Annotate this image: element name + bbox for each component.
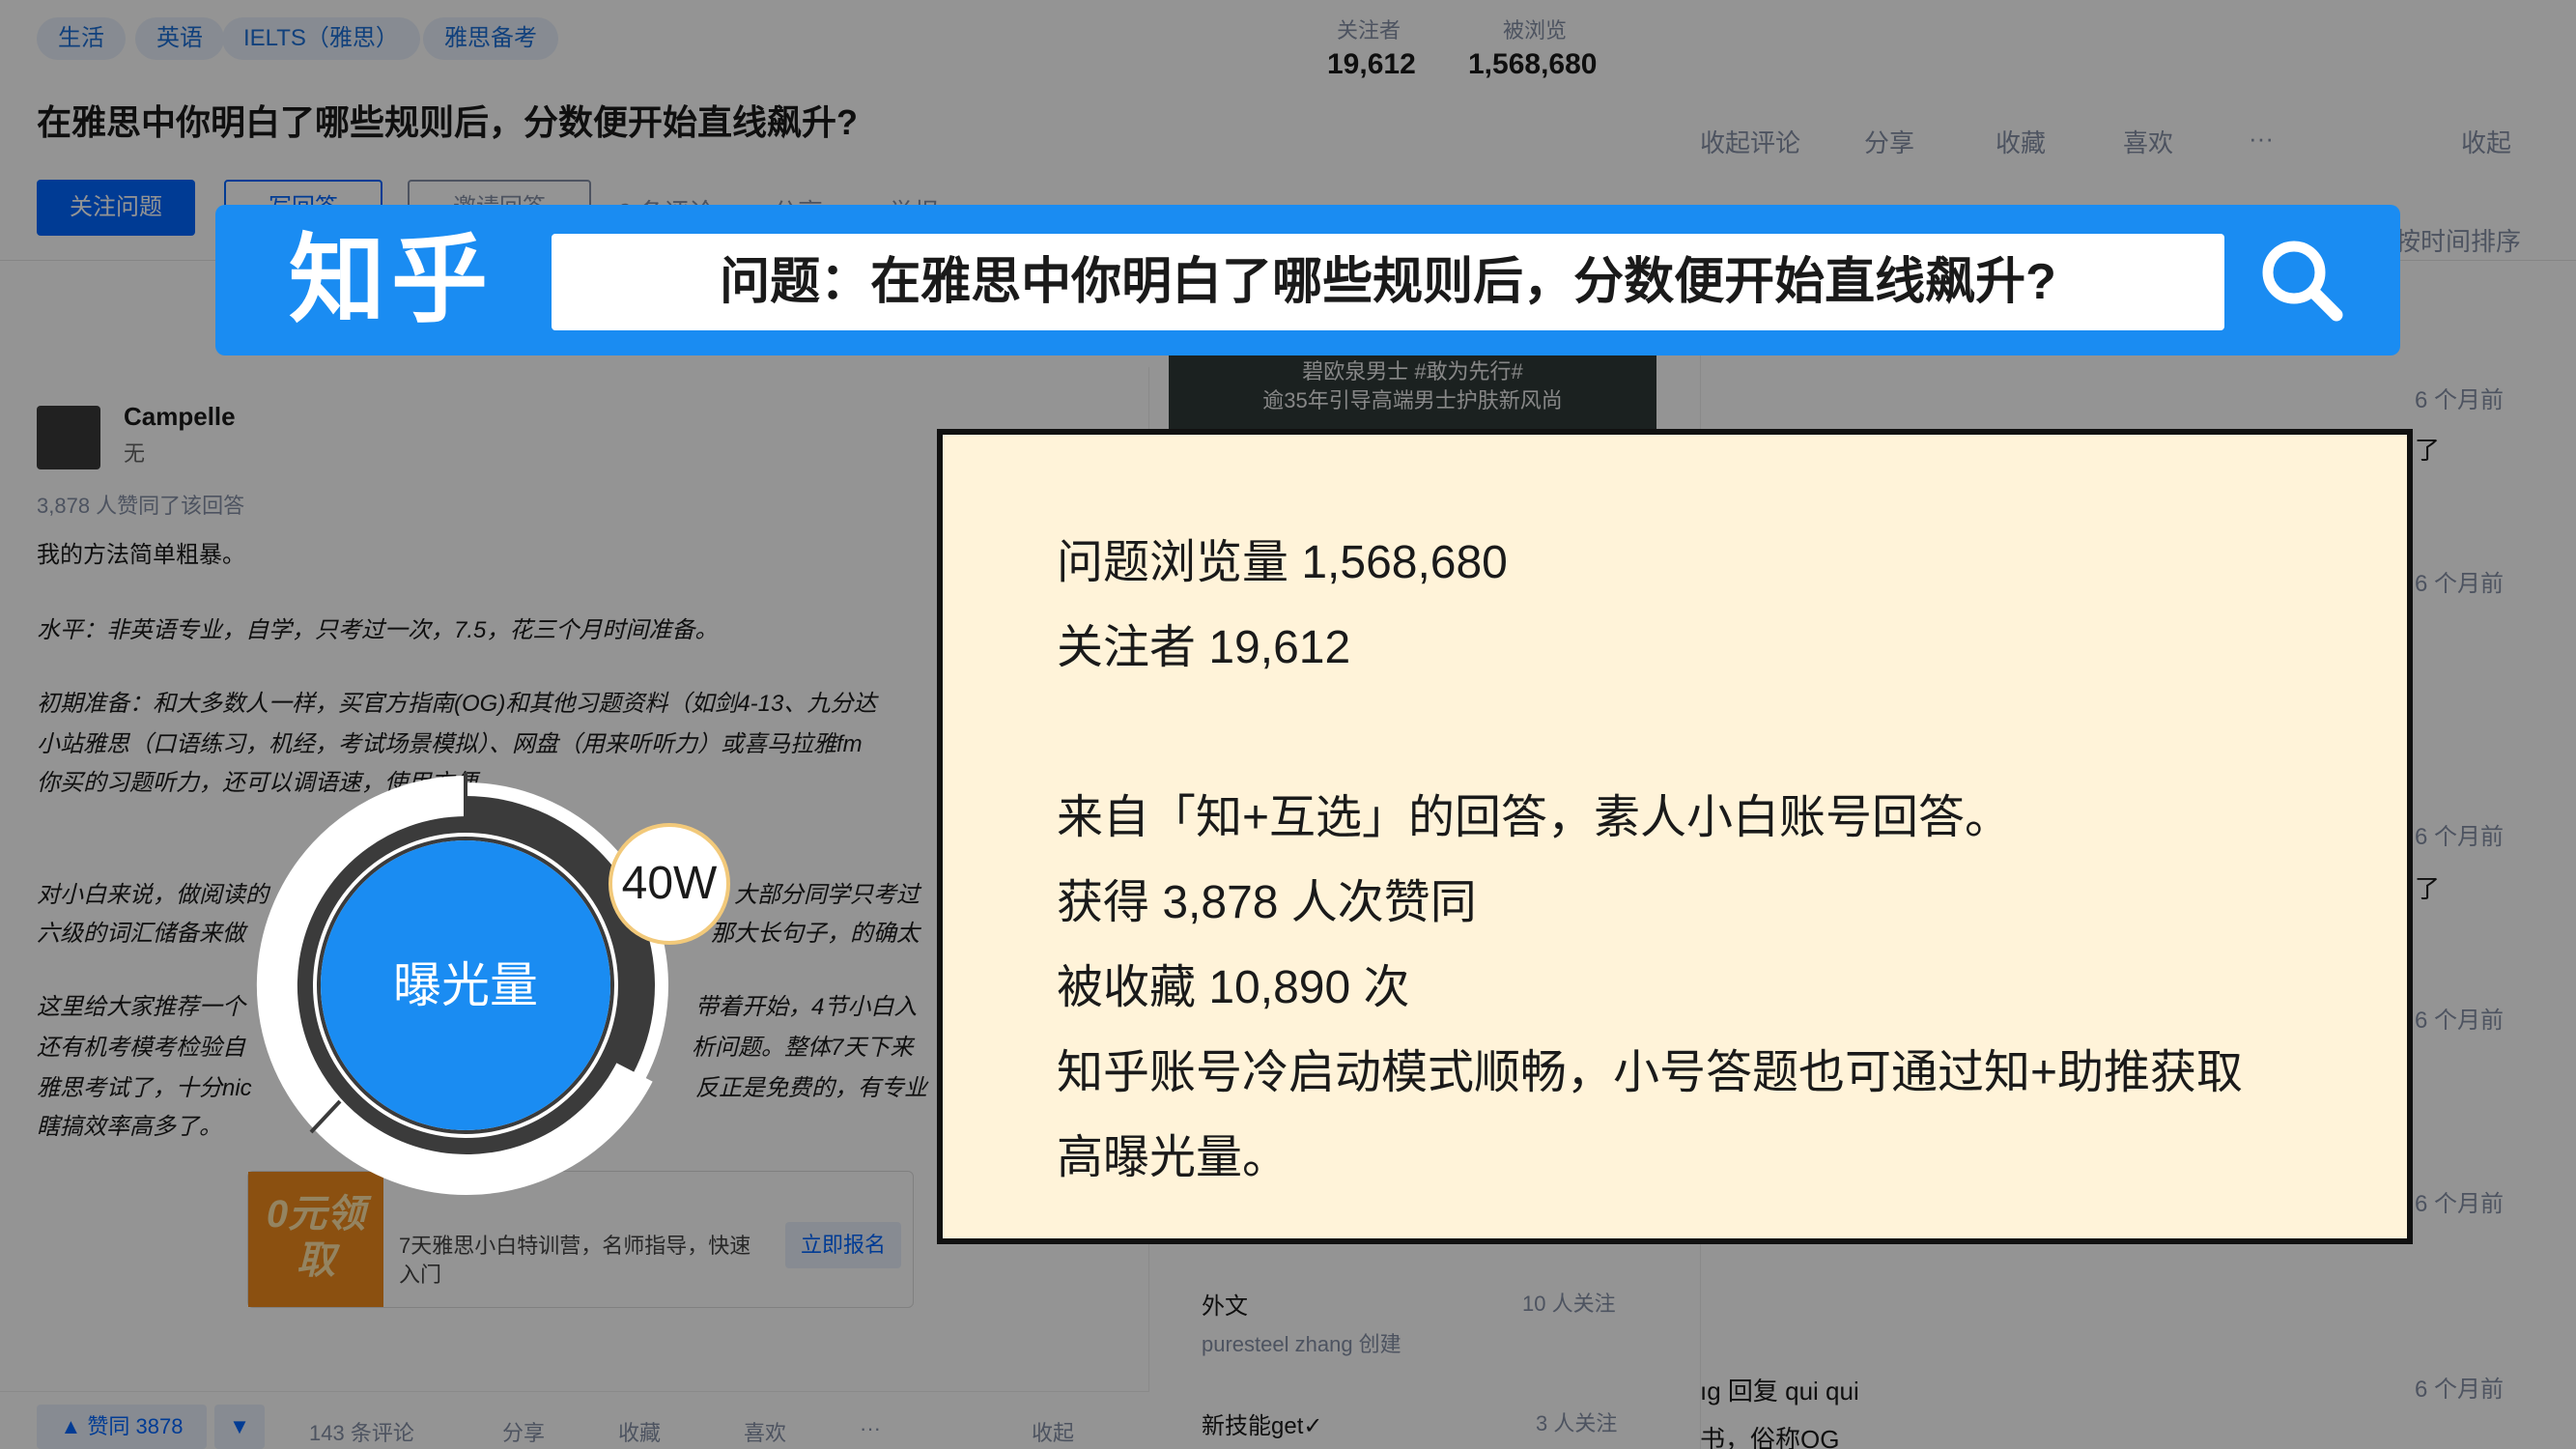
info-source: 来自「知+互选」的回答，素人小白账号回答。: [1057, 792, 2012, 843]
info-upvotes: 获得 3,878 人次赞同: [1057, 877, 1477, 928]
zhihu-logo: 知乎: [289, 226, 494, 334]
search-input[interactable]: 问题：在雅思中你明白了哪些规则后，分数便开始直线飙升?: [552, 234, 2224, 330]
exposure-label: 曝光量: [393, 958, 538, 1012]
info-note: 知乎账号冷启动模式顺畅，小号答题也可通过知+助推获取: [1057, 1047, 2244, 1098]
exposure-ring: 曝光量: [253, 773, 678, 1198]
info-card: 问题浏览量 1,568,680 关注者 19,612 来自「知+互选」的回答，素…: [937, 429, 2413, 1244]
search-icon[interactable]: [2253, 232, 2350, 328]
info-followers: 关注者 19,612: [1057, 622, 1351, 673]
info-collections: 被收藏 10,890 次: [1057, 962, 1410, 1013]
zhihu-search-banner: 知乎 问题：在雅思中你明白了哪些规则后，分数便开始直线飙升?: [215, 205, 2400, 355]
exposure-value-bubble: 40W: [609, 823, 730, 945]
search-query-text: 问题：在雅思中你明白了哪些规则后，分数便开始直线飙升?: [720, 254, 2056, 310]
info-note-cont: 高曝光量。: [1057, 1132, 1289, 1183]
info-views: 问题浏览量 1,568,680: [1057, 537, 1508, 588]
